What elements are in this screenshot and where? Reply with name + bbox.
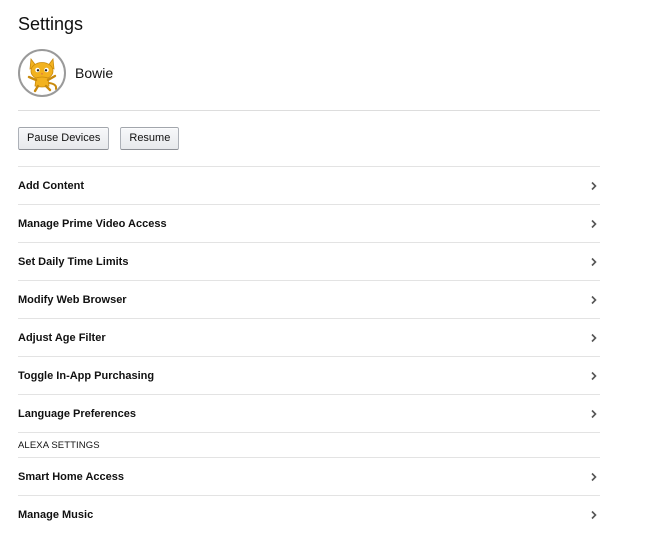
settings-row-manage-music[interactable]: Manage Music bbox=[18, 495, 600, 533]
settings-row-add-content[interactable]: Add Content bbox=[18, 166, 600, 204]
profile-name: Bowie bbox=[75, 65, 114, 81]
row-label: Add Content bbox=[18, 179, 84, 192]
settings-row-prime-video[interactable]: Manage Prime Video Access bbox=[18, 204, 600, 242]
settings-row-time-limits[interactable]: Set Daily Time Limits bbox=[18, 242, 600, 280]
row-label: Manage Prime Video Access bbox=[18, 217, 167, 230]
chevron-right-icon bbox=[588, 180, 600, 192]
chevron-right-icon bbox=[588, 294, 600, 306]
avatar bbox=[18, 49, 66, 97]
settings-row-smart-home[interactable]: Smart Home Access bbox=[18, 457, 600, 495]
row-label: Toggle In-App Purchasing bbox=[18, 369, 155, 382]
row-label: Smart Home Access bbox=[18, 470, 124, 483]
settings-list: Add Content Manage Prime Video Access Se… bbox=[18, 166, 600, 533]
page-title: Settings bbox=[18, 14, 84, 34]
row-label: Modify Web Browser bbox=[18, 293, 127, 306]
row-label: Adjust Age Filter bbox=[18, 331, 106, 344]
chevron-right-icon bbox=[588, 218, 600, 230]
device-actions: Pause Devices Resume bbox=[18, 127, 190, 150]
chevron-right-icon bbox=[588, 256, 600, 268]
settings-row-web-browser[interactable]: Modify Web Browser bbox=[18, 280, 600, 318]
settings-row-language[interactable]: Language Preferences bbox=[18, 394, 600, 432]
settings-row-age-filter[interactable]: Adjust Age Filter bbox=[18, 318, 600, 356]
alexa-settings-heading: ALEXA SETTINGS bbox=[18, 432, 600, 457]
chevron-right-icon bbox=[588, 471, 600, 483]
settings-row-in-app-purchasing[interactable]: Toggle In-App Purchasing bbox=[18, 356, 600, 394]
chevron-right-icon bbox=[588, 370, 600, 382]
cat-avatar-icon bbox=[27, 57, 58, 93]
chevron-right-icon bbox=[588, 332, 600, 344]
row-label: Set Daily Time Limits bbox=[18, 255, 129, 268]
row-label: Language Preferences bbox=[18, 407, 136, 420]
header-divider bbox=[18, 110, 600, 111]
profile-header: Bowie bbox=[18, 49, 113, 97]
resume-button[interactable]: Resume bbox=[120, 127, 180, 150]
chevron-right-icon bbox=[588, 509, 600, 521]
chevron-right-icon bbox=[588, 408, 600, 420]
pause-devices-button[interactable]: Pause Devices bbox=[18, 127, 110, 150]
row-label: Manage Music bbox=[18, 508, 94, 521]
